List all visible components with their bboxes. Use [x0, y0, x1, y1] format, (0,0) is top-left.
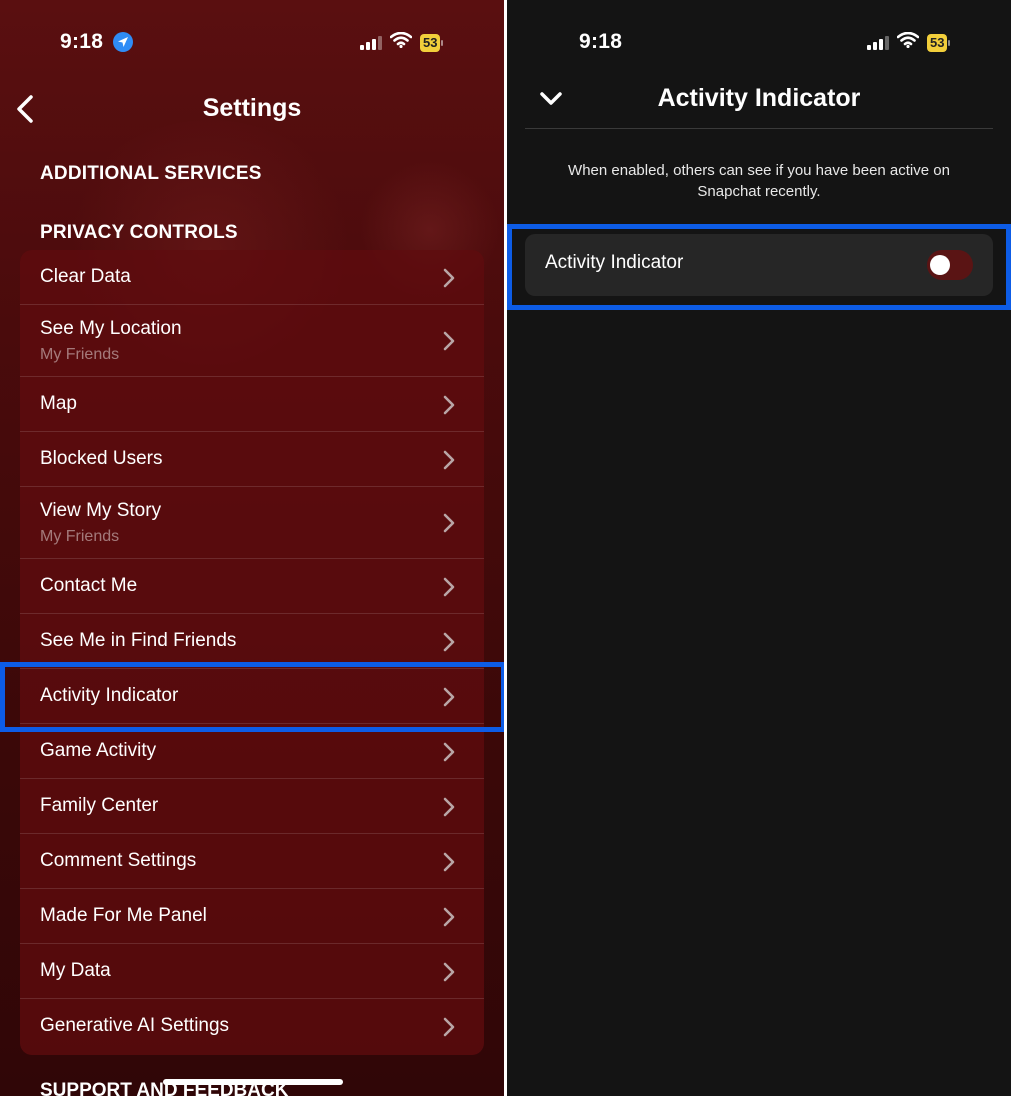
chevron-right-icon [443, 513, 455, 533]
list-item-view-my-story[interactable]: View My Story My Friends [20, 487, 484, 559]
chevron-right-icon [443, 797, 455, 817]
list-item-label: See Me in Find Friends [40, 630, 237, 651]
list-item-label: View My Story [40, 500, 162, 521]
list-item-label: Comment Settings [40, 850, 197, 871]
list-item-label: Map [40, 393, 77, 414]
list-item-generative-ai-settings[interactable]: Generative AI Settings [20, 999, 484, 1055]
wifi-icon [389, 31, 413, 53]
list-item-family-center[interactable]: Family Center [20, 779, 484, 834]
chevron-right-icon [443, 907, 455, 927]
cellular-signal-icon [867, 35, 889, 50]
list-item-see-me-in-find-friends[interactable]: See Me in Find Friends [20, 614, 484, 669]
section-header-additional-services[interactable]: ADDITIONAL SERVICES [40, 163, 262, 185]
header-divider [525, 128, 993, 129]
home-indicator[interactable] [163, 1079, 343, 1085]
activity-indicator-screen: 9:18 53 Activity Indicator When enabled,… [507, 0, 1011, 1096]
chevron-right-icon [443, 852, 455, 872]
list-item-see-my-location[interactable]: See My Location My Friends [20, 305, 484, 377]
list-item-sublabel: My Friends [40, 346, 120, 363]
chevron-right-icon [443, 450, 455, 470]
wifi-icon [896, 31, 920, 53]
battery-icon: 53 [927, 33, 951, 52]
list-item-sublabel: My Friends [40, 528, 120, 545]
list-item-label: Clear Data [40, 266, 131, 287]
list-item-label: My Data [40, 960, 111, 981]
chevron-right-icon [443, 962, 455, 982]
battery-icon: 53 [420, 33, 444, 52]
page-title: Activity Indicator [657, 84, 861, 112]
list-item-map[interactable]: Map [20, 377, 484, 432]
chevron-right-icon [443, 577, 455, 597]
chevron-right-icon [443, 742, 455, 762]
settings-screen: 9:18 53 Settings ADDITIONAL SERVICES PRI… [0, 0, 504, 1096]
list-item-label: Game Activity [40, 740, 157, 761]
list-item-label: See My Location [40, 318, 182, 339]
page-title: Settings [202, 94, 302, 122]
status-time: 9:18 [60, 30, 104, 53]
battery-level: 53 [420, 33, 441, 52]
highlight-box [0, 662, 504, 732]
highlight-box [507, 224, 1011, 310]
list-item-comment-settings[interactable]: Comment Settings [20, 834, 484, 889]
list-item-label: Contact Me [40, 575, 138, 596]
status-bar: 9:18 53 [0, 26, 504, 58]
list-item-my-data[interactable]: My Data [20, 944, 484, 999]
cellular-signal-icon [360, 35, 382, 50]
chevron-right-icon [443, 331, 455, 351]
battery-level: 53 [927, 33, 948, 52]
list-item-label: Blocked Users [40, 448, 163, 469]
list-item-clear-data[interactable]: Clear Data [20, 250, 484, 305]
list-item-label: Family Center [40, 795, 159, 816]
list-item-label: Generative AI Settings [40, 1015, 230, 1036]
list-item-label: Made For Me Panel [40, 905, 207, 926]
chevron-right-icon [443, 395, 455, 415]
location-arrow-icon [113, 32, 134, 53]
list-item-made-for-me-panel[interactable]: Made For Me Panel [20, 889, 484, 944]
chevron-right-icon [443, 268, 455, 288]
section-header-privacy-controls: PRIVACY CONTROLS [40, 222, 238, 243]
status-bar: 9:18 53 [507, 26, 1011, 58]
chevron-right-icon [443, 632, 455, 652]
chevron-right-icon [443, 1017, 455, 1037]
setting-description: When enabled, others can see if you have… [568, 162, 950, 200]
privacy-controls-list: Clear Data See My Location My Friends Ma… [20, 250, 484, 1055]
list-item-blocked-users[interactable]: Blocked Users [20, 432, 484, 487]
list-item-game-activity[interactable]: Game Activity [20, 724, 484, 779]
status-time: 9:18 [579, 30, 623, 53]
list-item-contact-me[interactable]: Contact Me [20, 559, 484, 614]
